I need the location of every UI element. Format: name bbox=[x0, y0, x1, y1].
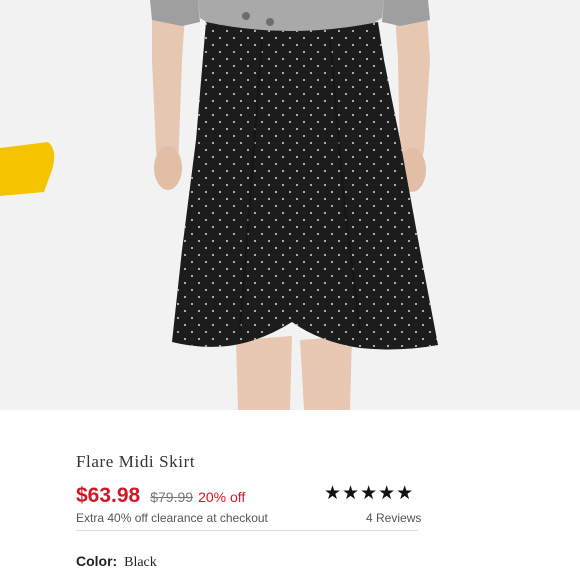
color-value: Black bbox=[124, 555, 157, 570]
reviews-link[interactable]: 4 Reviews bbox=[366, 511, 421, 525]
divider bbox=[76, 530, 418, 531]
discount-badge: 20% off bbox=[198, 489, 246, 505]
color-label: Color: bbox=[76, 553, 118, 569]
original-price: $79.99 bbox=[150, 489, 194, 505]
product-title[interactable]: Flare Midi Skirt bbox=[76, 452, 195, 472]
promo-text: Extra 40% off clearance at checkout bbox=[76, 511, 268, 525]
sale-price: $63.98 bbox=[76, 484, 141, 507]
color-selector-label: Color: Black bbox=[76, 553, 157, 571]
product-image[interactable] bbox=[0, 0, 580, 410]
product-info-panel: Flare Midi Skirt $63.98 $79.99 20% off E… bbox=[0, 410, 580, 580]
star-rating-icon[interactable]: ★★★★★ bbox=[324, 482, 414, 505]
price-row: $63.98 $79.99 20% off bbox=[76, 484, 245, 508]
